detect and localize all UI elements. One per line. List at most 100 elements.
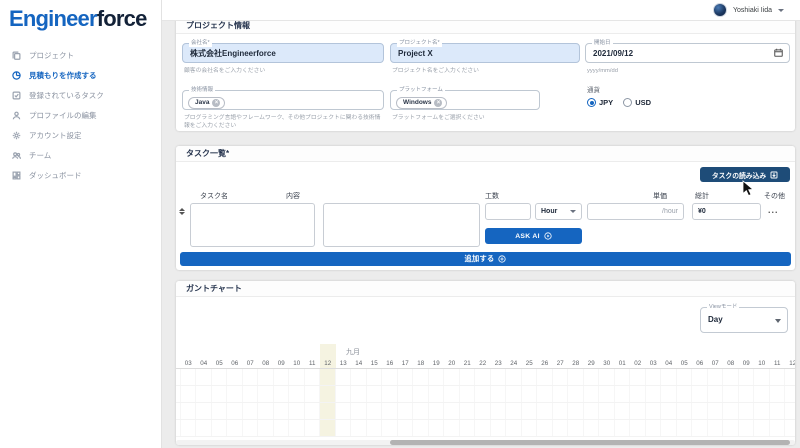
ask-ai-button[interactable]: ASK AI (485, 228, 582, 244)
chip-remove-icon[interactable]: × (212, 99, 220, 107)
gantt-day-label: 12 (785, 359, 795, 368)
radio-selected-icon (587, 98, 596, 107)
gantt-grid-cell (475, 369, 491, 385)
load-tasks-button[interactable]: タスクの読み込み (700, 167, 790, 182)
gantt-grid-cell (630, 369, 646, 385)
add-task-button[interactable]: 追加する (180, 252, 791, 266)
copy-icon (12, 51, 21, 60)
column-task-name: タスク名 (200, 191, 228, 201)
gantt-day-label: 09 (274, 359, 290, 368)
row-more-button[interactable]: ... (768, 205, 779, 215)
view-mode-select[interactable]: Viewモード Day (700, 307, 788, 333)
currency-radio-usd[interactable]: USD (623, 98, 651, 107)
gantt-horizontal-scrollbar[interactable] (176, 440, 795, 445)
app-logo[interactable]: Engineerforce (0, 0, 161, 32)
currency-radio-jpy[interactable]: JPY (587, 98, 613, 107)
gantt-grid-cell (491, 420, 507, 436)
sidebar-item-projects[interactable]: プロジェクト (0, 45, 161, 65)
gantt-grid-cell (413, 386, 429, 402)
scrollbar-thumb[interactable] (390, 440, 790, 445)
gantt-grid-cell (723, 369, 739, 385)
gantt-grid-cell (212, 369, 228, 385)
person-icon (12, 111, 21, 120)
task-content-textarea[interactable] (323, 203, 480, 247)
user-menu-caret-icon[interactable] (778, 9, 784, 12)
currency-jpy-label: JPY (599, 98, 613, 107)
task-name-textarea[interactable] (190, 203, 315, 247)
gantt-grid-cell (677, 386, 693, 402)
start-date-label: 開始日 (592, 40, 613, 47)
gantt-grid-cell (615, 369, 631, 385)
gantt-grid-cell (677, 369, 693, 385)
gantt-grid-cell (336, 369, 352, 385)
gantt-day-label: 04 (661, 359, 677, 368)
sidebar-item-label: 登録されているタスク (29, 90, 104, 101)
sidebar-item-label: プロファイルの編集 (29, 110, 97, 121)
gantt-day-label: 10 (754, 359, 770, 368)
gantt-grid-cell (367, 369, 383, 385)
gantt-grid-cell (413, 369, 429, 385)
currency-label: 通貨 (587, 87, 600, 95)
gantt-day-label: 11 (770, 359, 786, 368)
gantt-grid-cell (367, 420, 383, 436)
gantt-grid-cell (398, 403, 414, 419)
sidebar-item-team[interactable]: チーム (0, 145, 161, 165)
calendar-icon[interactable] (774, 48, 783, 57)
gantt-grid-cell (506, 369, 522, 385)
add-task-label: 追加する (465, 254, 495, 264)
gantt-day-label: 23 (491, 359, 507, 368)
gantt-day-label: 17 (398, 359, 414, 368)
total-input[interactable] (692, 203, 761, 220)
gantt-grid-cell (289, 386, 305, 402)
gantt-grid-cell (212, 420, 228, 436)
gantt-grid-cell (584, 403, 600, 419)
gantt-grid-cell (336, 386, 352, 402)
start-date-value: 2021/09/12 (586, 44, 789, 63)
select-caret-icon (775, 319, 781, 323)
sidebar-item-account-settings[interactable]: アカウント設定 (0, 125, 161, 145)
sidebar-item-registered-tasks[interactable]: 登録されているタスク (0, 85, 161, 105)
effort-input[interactable] (485, 203, 531, 220)
gantt-day-label: 08 (258, 359, 274, 368)
unit-price-input[interactable] (587, 203, 684, 220)
gantt-grid (176, 369, 795, 437)
platform-chip[interactable]: Windows× (396, 97, 447, 109)
gantt-grid-cell (258, 369, 274, 385)
effort-unit-select[interactable]: Hour (535, 203, 582, 220)
gantt-grid-cell (196, 420, 212, 436)
gantt-grid-cell (506, 386, 522, 402)
gantt-grid-cell (537, 420, 553, 436)
select-caret-icon (570, 210, 576, 213)
gantt-day-label: 04 (196, 359, 212, 368)
gantt-grid-cell (212, 386, 228, 402)
row-drag-handle[interactable] (179, 208, 185, 215)
gantt-grid-cell (522, 420, 538, 436)
gantt-timeline[interactable]: 九月 0203040506070809101112131415161718192… (176, 344, 795, 437)
gantt-grid-cell (475, 420, 491, 436)
gantt-title: ガントチャート (176, 281, 795, 297)
sidebar-item-create-estimate[interactable]: 見積もりを作成する (0, 65, 161, 85)
company-name-field[interactable]: 会社名* 株式会社Engineerforce (182, 43, 384, 63)
tech-chip[interactable]: Java× (188, 97, 225, 109)
platform-field[interactable]: プラットフォーム Windows× (390, 90, 540, 110)
start-date-field[interactable]: 開始日 2021/09/12 (585, 43, 790, 63)
sidebar-item-edit-profile[interactable]: プロファイルの編集 (0, 105, 161, 125)
gantt-grid-cell (599, 420, 615, 436)
gantt-day-label: 18 (413, 359, 429, 368)
gantt-grid-cell (398, 369, 414, 385)
gantt-day-label: 02 (630, 359, 646, 368)
gantt-grid-cell (243, 403, 259, 419)
gantt-grid-cell (584, 386, 600, 402)
gantt-grid-cell (661, 420, 677, 436)
sidebar-item-dashboard[interactable]: ダッシュボード (0, 165, 161, 185)
chip-remove-icon[interactable]: × (434, 99, 442, 107)
gantt-grid-cell (692, 420, 708, 436)
project-name-field[interactable]: プロジェクト名* Project X (390, 43, 580, 63)
column-total: 総計 (695, 191, 709, 201)
gantt-grid-cell (181, 369, 197, 385)
gantt-grid-cell (739, 386, 755, 402)
user-name[interactable]: Yoshiaki Iida (733, 7, 772, 14)
tech-info-field[interactable]: 技術情報 Java× (182, 90, 384, 110)
user-avatar[interactable] (713, 3, 727, 17)
gantt-grid-cell (460, 369, 476, 385)
